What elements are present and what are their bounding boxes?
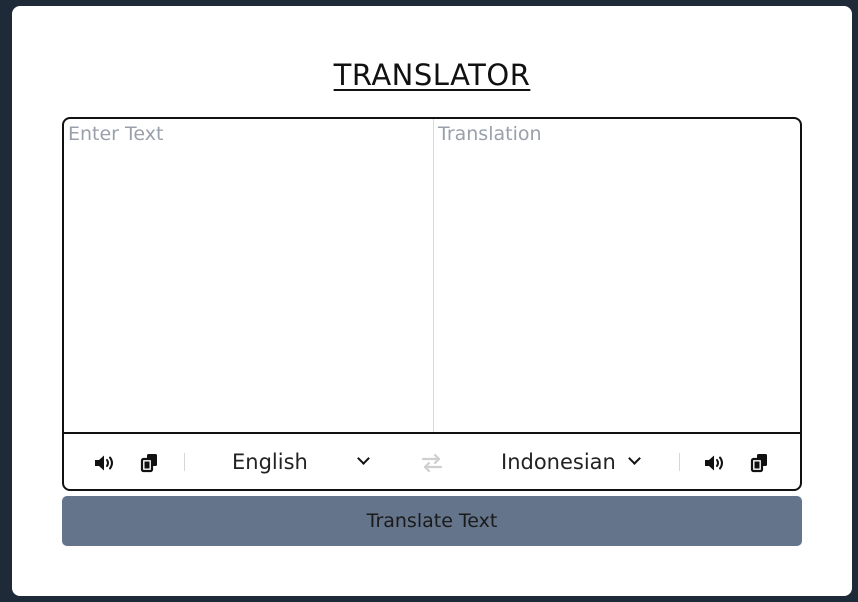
controls-bar: English Indonesian — [64, 432, 800, 489]
source-speaker-icon[interactable] — [94, 452, 118, 474]
swap-arrows-icon[interactable] — [420, 452, 444, 474]
translation-panel: English Indonesian — [62, 117, 802, 491]
to-language-select[interactable]: Indonesian — [501, 447, 643, 477]
from-language-select[interactable]: English — [232, 447, 372, 477]
control-separator — [679, 453, 680, 471]
page-title: TRANSLATOR — [333, 58, 531, 92]
translation-output[interactable] — [434, 119, 800, 432]
to-language-label: Indonesian — [501, 450, 616, 474]
source-copy-icon[interactable] — [138, 452, 162, 474]
translator-card: TRANSLATOR Engl — [12, 6, 852, 596]
translate-button[interactable]: Translate Text — [62, 496, 802, 546]
translation-copy-icon[interactable] — [748, 452, 772, 474]
from-language-label: English — [232, 450, 308, 474]
chevron-down-icon — [357, 452, 370, 465]
control-separator — [184, 453, 185, 471]
source-text-input[interactable] — [64, 119, 433, 432]
chevron-down-icon — [628, 452, 641, 465]
translation-speaker-icon[interactable] — [704, 452, 728, 474]
